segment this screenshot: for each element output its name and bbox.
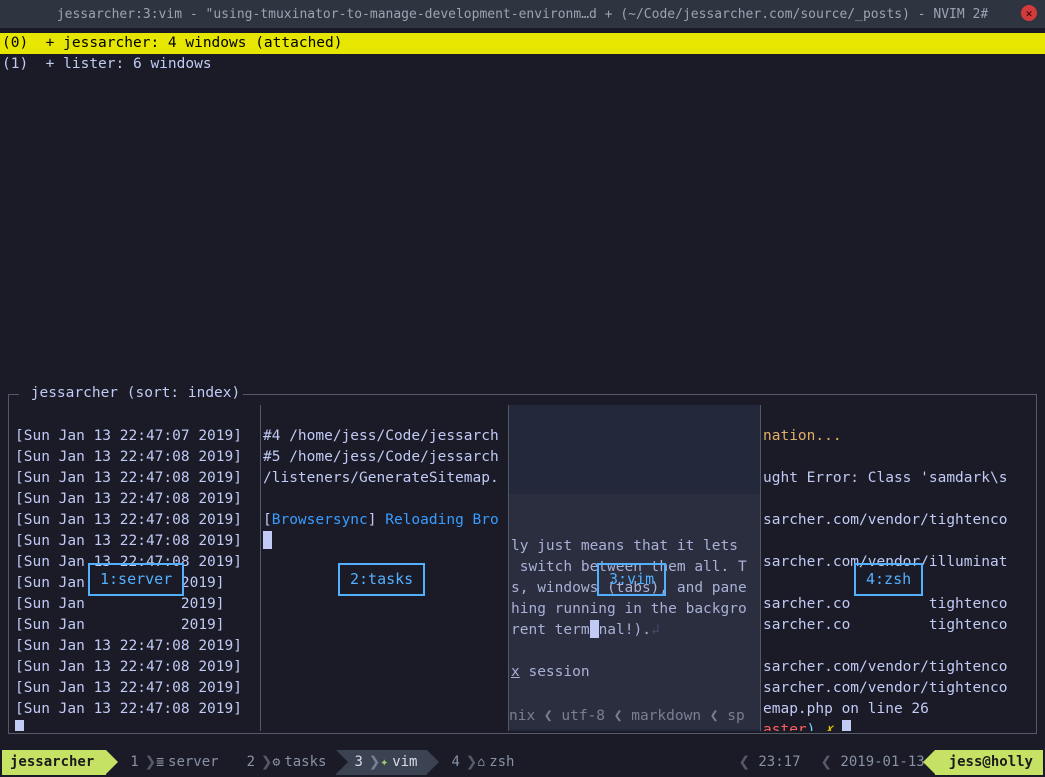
overview-title: jessarcher (sort: index)	[19, 383, 243, 404]
server-icon: ≣	[156, 752, 164, 773]
status-time: ❮ 23:17	[728, 750, 810, 775]
session-item-attached[interactable]: (0) + jessarcher: 4 windows (attached)	[0, 33, 1045, 54]
session-list: (0) + jessarcher: 4 windows (attached) (…	[0, 28, 1045, 75]
cursor	[842, 720, 851, 731]
pane-label-tasks: 2:tasks	[338, 563, 425, 596]
pane-label-server: 1:server	[88, 563, 184, 596]
status-host: jess@holly	[935, 750, 1043, 775]
close-icon[interactable]: ✕	[1021, 5, 1037, 21]
window-titlebar: jessarcher:3:vim - "using-tmuxinator-to-…	[0, 0, 1045, 28]
window-title: jessarcher:3:vim - "using-tmuxinator-to-…	[57, 4, 988, 25]
session-item[interactable]: (1) + lister: 6 windows	[0, 54, 1045, 75]
status-window-server[interactable]: 1❯ ≣server	[106, 750, 228, 775]
pane-tasks[interactable]: #4 /home/jess/Code/jessarch #5 /home/jes…	[261, 405, 509, 731]
status-window-tasks[interactable]: 2❯ ⚙tasks	[229, 750, 337, 775]
cursor	[15, 720, 24, 731]
status-window-vim[interactable]: 3 ❯ ✦vim	[336, 750, 427, 775]
status-session-name[interactable]: jessarcher	[2, 750, 106, 775]
cursor	[263, 531, 272, 549]
pane-server[interactable]: [Sun Jan 13 22:47:07 2019] [Sun Jan 13 2…	[13, 405, 261, 731]
tasks-icon: ⚙	[272, 752, 280, 773]
pane-vim[interactable]: . ly just means that it lets switch betw…	[509, 405, 761, 731]
tmux-statusbar: jessarcher 1❯ ≣server 2❯ ⚙tasks 3 ❯ ✦vim…	[2, 750, 1043, 775]
pane-label-vim: 3:vim	[597, 563, 666, 596]
status-window-zsh[interactable]: 4❯ ⌂zsh	[427, 750, 524, 775]
status-date: ❮ 2019-01-13	[811, 750, 935, 775]
zsh-icon: ⌂	[477, 752, 485, 773]
window-overview: jessarcher (sort: index) [Sun Jan 13 22:…	[8, 394, 1037, 734]
cursor	[590, 620, 599, 638]
vim-icon: ✦	[380, 752, 388, 773]
pane-label-zsh: 4:zsh	[854, 563, 923, 596]
pane-zsh[interactable]: nation... ught Error: Class 'samdark\s s…	[761, 405, 1034, 731]
vim-status-line: nix ❮ utf-8 ❮ markdown ❮ sp	[509, 706, 760, 727]
